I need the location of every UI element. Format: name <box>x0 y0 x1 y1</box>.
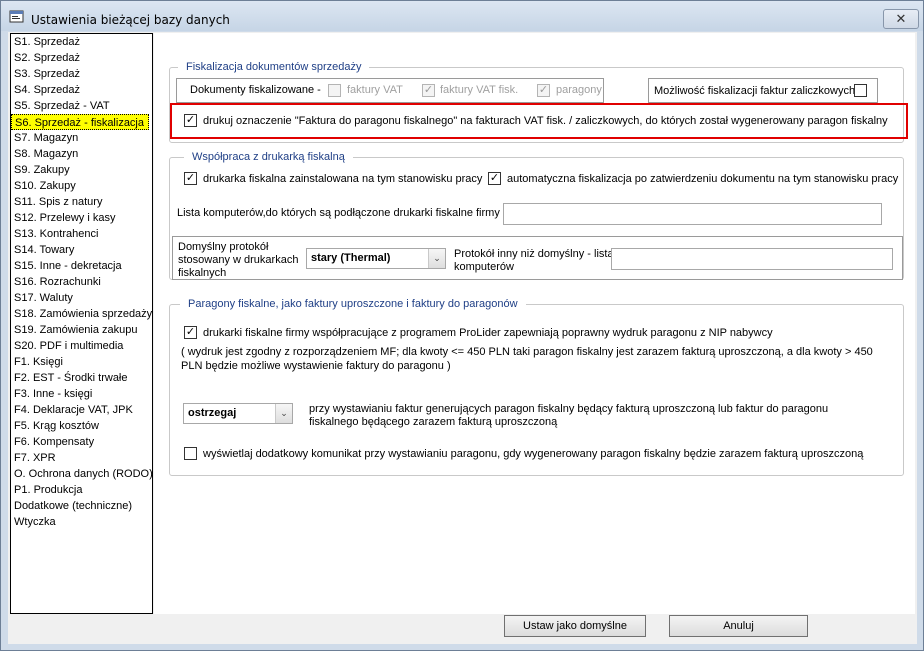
drukarka-zainstalowana-label: drukarka fiskalna zainstalowana na tym s… <box>203 173 483 185</box>
sidebar-item[interactable]: Wtyczka <box>11 514 152 530</box>
cancel-button[interactable]: Anuluj <box>669 615 808 637</box>
settings-panel: Fiskalizacja dokumentów sprzedaży Dokume… <box>154 33 915 614</box>
ostrzegaj-description: przy wystawianiu faktur generujących par… <box>309 403 829 428</box>
chevron-down-icon: ⌄ <box>275 404 292 423</box>
sidebar-item[interactable]: S9. Zakupy <box>11 162 152 178</box>
fiskalizacja-legend: Fiskalizacja dokumentów sprzedaży <box>178 61 370 73</box>
paragony-note: ( wydruk jest zgodny z rozporządzeniem M… <box>181 346 873 372</box>
sidebar-item[interactable]: S1. Sprzedaż <box>11 34 152 50</box>
automatyczna-fiskalizacja-label: automatyczna fiskalizacja po zatwierdzen… <box>507 173 899 185</box>
komunikat-label: wyświetlaj dodatkowy komunikat przy wyst… <box>203 448 864 460</box>
lista-komputerow-label: Lista komputerów,do których są podłączon… <box>177 207 500 219</box>
automatyczna-fiskalizacja-checkbox[interactable]: ✓ <box>488 172 501 185</box>
sidebar-item[interactable]: F6. Kompensaty <box>11 434 152 450</box>
close-icon: ✕ <box>895 11 907 26</box>
drukarki-nip-checkbox[interactable]: ✓ <box>184 326 197 339</box>
sidebar-item[interactable]: S14. Towary <box>11 242 152 258</box>
sidebar-item[interactable]: S2. Sprzedaż <box>11 50 152 66</box>
wspolpraca-legend: Współpraca z drukarką fiskalną <box>184 151 353 163</box>
close-button[interactable]: ✕ <box>883 9 919 29</box>
protokol-label: Domyślny protokół stosowany w drukarkach… <box>178 241 299 279</box>
ostrzegaj-value: ostrzegaj <box>188 407 237 419</box>
ostrzegaj-select[interactable]: ostrzegaj ⌄ <box>183 403 293 424</box>
sidebar-item[interactable]: S18. Zamówienia sprzedaży <box>11 306 152 322</box>
sidebar-item[interactable]: O. Ochrona danych (RODO) <box>11 466 152 482</box>
drukuj-oznaczenie-label: drukuj oznaczenie "Faktura do paragonu f… <box>203 115 888 127</box>
sidebar-item[interactable]: F5. Krąg kosztów <box>11 418 152 434</box>
protokol-value: stary (Thermal) <box>311 252 391 264</box>
protokol-select[interactable]: stary (Thermal) ⌄ <box>306 248 446 269</box>
sidebar-item[interactable]: F1. Księgi <box>11 354 152 370</box>
sidebar-item[interactable]: S16. Rozrachunki <box>11 274 152 290</box>
sidebar-item[interactable]: S11. Spis z natury <box>11 194 152 210</box>
chevron-down-icon: ⌄ <box>428 249 445 268</box>
sidebar-item[interactable]: S3. Sprzedaż <box>11 66 152 82</box>
lista-komputerow-input[interactable] <box>503 203 882 225</box>
sidebar-item[interactable]: F2. EST - Środki trwałe <box>11 370 152 386</box>
sidebar-item[interactable]: S5. Sprzedaż - VAT <box>11 98 152 114</box>
paragony-legend: Paragony fiskalne, jako faktury uproszcz… <box>180 298 526 310</box>
sidebar-item[interactable]: S10. Zakupy <box>11 178 152 194</box>
faktury-vat-fisk-checkbox[interactable]: ✓ <box>422 84 435 97</box>
settings-window: Ustawienia bieżącej bazy danych ✕ S1. Sp… <box>0 0 924 651</box>
sidebar-item[interactable]: S17. Waluty <box>11 290 152 306</box>
paragony-label: paragony <box>556 84 602 96</box>
zaliczkowe-label: Możliwość fiskalizacji faktur zaliczkowy… <box>654 85 856 97</box>
sidebar-item[interactable]: S12. Przelewy i kasy <box>11 210 152 226</box>
database-settings-icon <box>9 10 24 23</box>
protokol-inny-label: Protokół inny niż domyślny - lista kompu… <box>454 248 614 273</box>
sidebar-item[interactable]: S4. Sprzedaż <box>11 82 152 98</box>
protokol-inny-input[interactable] <box>611 248 893 270</box>
window-title: Ustawienia bieżącej bazy danych <box>31 13 230 27</box>
sidebar-item[interactable]: S7. Magazyn <box>11 130 152 146</box>
client-area: S1. Sprzedaż S2. Sprzedaż S3. Sprzedaż S4. … <box>8 32 917 644</box>
komunikat-checkbox[interactable] <box>184 447 197 460</box>
faktury-vat-fisk-label: faktury VAT fisk. <box>440 84 519 96</box>
drukarka-zainstalowana-checkbox[interactable]: ✓ <box>184 172 197 185</box>
drukarki-nip-label: drukarki fiskalne firmy współpracujące z… <box>203 327 773 339</box>
drukuj-oznaczenie-checkbox[interactable]: ✓ <box>184 114 197 127</box>
docs-fiskalizowane-label: Dokumenty fiskalizowane - <box>190 84 321 96</box>
sidebar-item[interactable]: S15. Inne - dekretacja <box>11 258 152 274</box>
sidebar-item[interactable]: S19. Zamówienia zakupu <box>11 322 152 338</box>
sidebar-item[interactable]: F3. Inne - księgi <box>11 386 152 402</box>
faktury-vat-checkbox[interactable] <box>328 84 341 97</box>
sidebar-item[interactable]: S8. Magazyn <box>11 146 152 162</box>
sidebar-item[interactable]: F7. XPR <box>11 450 152 466</box>
sidebar-item[interactable]: S13. Kontrahenci <box>11 226 152 242</box>
paragony-checkbox[interactable]: ✓ <box>537 84 550 97</box>
sidebar-item[interactable]: P1. Produkcja <box>11 482 152 498</box>
sidebar-item[interactable]: F4. Deklaracje VAT, JPK <box>11 402 152 418</box>
sidebar-item[interactable]: Dodatkowe (techniczne) <box>11 498 152 514</box>
title-bar: Ustawienia bieżącej bazy danych ✕ <box>1 1 923 31</box>
sidebar-item[interactable]: S20. PDF i multimedia <box>11 338 152 354</box>
faktury-vat-label: faktury VAT <box>347 84 403 96</box>
sidebar-item[interactable]: S6. Sprzedaż - fiskalizacja <box>11 114 149 130</box>
settings-category-list[interactable]: S1. Sprzedaż S2. Sprzedaż S3. Sprzedaż S4. … <box>10 33 153 614</box>
zaliczkowe-checkbox[interactable] <box>854 84 867 97</box>
set-default-button[interactable]: Ustaw jako domyślne <box>504 615 646 637</box>
